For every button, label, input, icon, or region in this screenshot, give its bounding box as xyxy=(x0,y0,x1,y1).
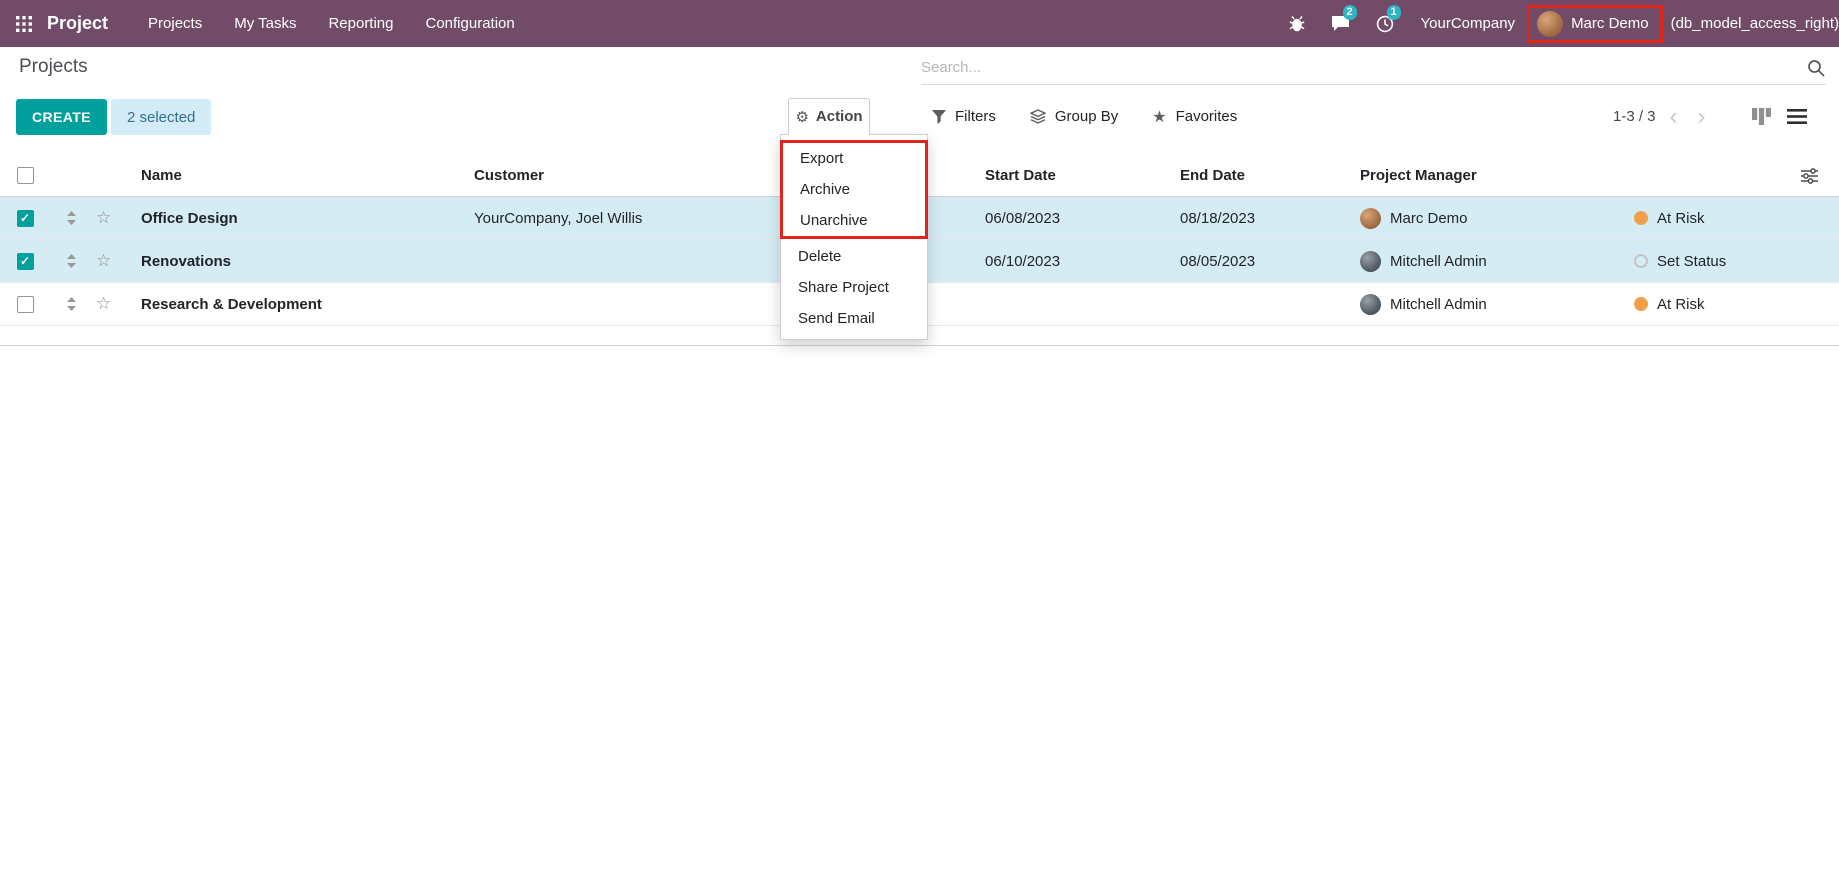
search-options: Filters Group By ★ Favorites xyxy=(932,98,1237,135)
app: Project Projects My Tasks Reporting Conf… xyxy=(0,0,1839,883)
status-dot xyxy=(1634,297,1648,311)
user-avatar xyxy=(1537,11,1563,37)
manager-avatar xyxy=(1360,251,1381,272)
pager: 1-3 / 3 ‹ › xyxy=(1613,98,1712,135)
manager-name: Marc Demo xyxy=(1390,210,1468,227)
activities-badge: 1 xyxy=(1387,5,1401,20)
pager-next-icon[interactable]: › xyxy=(1692,105,1712,129)
menu-item-unarchive[interactable]: Unarchive xyxy=(783,205,925,236)
messages-icon[interactable]: 2 xyxy=(1328,11,1354,37)
row-checkbox[interactable]: ✓ xyxy=(17,253,34,270)
breadcrumb: Projects xyxy=(19,56,88,78)
bug-icon[interactable] xyxy=(1284,11,1310,37)
status-dot xyxy=(1634,211,1648,225)
kanban-view-icon[interactable] xyxy=(1752,107,1771,126)
filters-button[interactable]: Filters xyxy=(932,108,996,125)
nav-item-my-tasks[interactable]: My Tasks xyxy=(218,0,312,47)
drag-handle-icon[interactable] xyxy=(50,297,92,311)
favorite-star-icon[interactable]: ☆ xyxy=(92,251,122,271)
create-button[interactable]: CREATE xyxy=(16,99,107,135)
column-header-end-date[interactable]: End Date xyxy=(1168,167,1348,184)
annotation-box-export-group: Export Archive Unarchive xyxy=(780,140,928,239)
messages-badge: 2 xyxy=(1343,5,1357,20)
top-nav: Projects My Tasks Reporting Configuratio… xyxy=(132,0,531,47)
group-by-button[interactable]: Group By xyxy=(1030,108,1118,125)
selected-count-chip: 2 selected xyxy=(111,99,211,135)
project-start-date[interactable]: 06/10/2023 xyxy=(973,253,1168,270)
database-label: (db_model_access_right) xyxy=(1671,15,1839,32)
favorite-star-icon[interactable]: ☆ xyxy=(92,208,122,228)
nav-item-reporting[interactable]: Reporting xyxy=(312,0,409,47)
project-manager-cell[interactable]: Mitchell Admin xyxy=(1348,294,1622,315)
row-checkbox[interactable]: ✓ xyxy=(17,210,34,227)
status-label: At Risk xyxy=(1657,296,1705,313)
project-name[interactable]: Renovations xyxy=(122,253,462,270)
menu-item-delete[interactable]: Delete xyxy=(781,241,927,272)
top-bar: Project Projects My Tasks Reporting Conf… xyxy=(0,0,1839,47)
user-menu[interactable]: Marc Demo xyxy=(1527,5,1663,43)
favorites-star-icon: ★ xyxy=(1152,107,1166,127)
manager-name: Mitchell Admin xyxy=(1390,296,1487,313)
activities-clock-icon[interactable]: 1 xyxy=(1372,11,1398,37)
column-header-start-date[interactable]: Start Date xyxy=(973,167,1168,184)
filter-funnel-icon xyxy=(932,110,946,124)
gear-icon: ⚙ xyxy=(795,108,808,126)
nav-item-projects[interactable]: Projects xyxy=(132,0,218,47)
nav-item-configuration[interactable]: Configuration xyxy=(410,0,531,47)
favorites-button[interactable]: ★ Favorites xyxy=(1152,107,1237,127)
check-icon: ✓ xyxy=(20,255,30,267)
manager-avatar xyxy=(1360,294,1381,315)
status-label: At Risk xyxy=(1657,210,1705,227)
row-checkbox[interactable]: ✓ xyxy=(17,296,34,313)
menu-item-export[interactable]: Export xyxy=(783,143,925,174)
apps-grid-icon[interactable] xyxy=(16,15,34,33)
drag-handle-icon[interactable] xyxy=(50,254,92,268)
company-menu[interactable]: YourCompany xyxy=(1421,15,1516,32)
group-by-label: Group By xyxy=(1055,108,1118,125)
drag-handle-icon[interactable] xyxy=(50,211,92,225)
project-status-cell[interactable]: Set Status xyxy=(1622,253,1780,270)
project-status-cell[interactable]: At Risk xyxy=(1622,296,1780,313)
view-switcher xyxy=(1752,98,1807,135)
check-icon: ✓ xyxy=(20,212,30,224)
favorite-star-icon[interactable]: ☆ xyxy=(92,294,122,314)
status-dot xyxy=(1634,254,1648,268)
select-all-checkbox-cell: ✓ xyxy=(0,167,50,184)
select-all-checkbox[interactable]: ✓ xyxy=(17,167,34,184)
favorites-label: Favorites xyxy=(1176,108,1238,125)
manager-avatar xyxy=(1360,208,1381,229)
action-dropdown-menu: Export Archive Unarchive Delete Share Pr… xyxy=(780,134,928,340)
project-end-date[interactable]: 08/18/2023 xyxy=(1168,210,1348,227)
pager-range: 1-3 / 3 xyxy=(1613,108,1656,125)
column-header-project-manager[interactable]: Project Manager xyxy=(1348,167,1622,184)
manager-name: Mitchell Admin xyxy=(1390,253,1487,270)
list-view-icon[interactable] xyxy=(1787,108,1807,126)
layers-icon xyxy=(1030,109,1046,124)
pager-previous-icon[interactable]: ‹ xyxy=(1664,105,1684,129)
user-name: Marc Demo xyxy=(1571,15,1649,32)
app-title: Project xyxy=(47,13,108,34)
search-bar xyxy=(921,51,1826,85)
project-status-cell[interactable]: At Risk xyxy=(1622,210,1780,227)
project-start-date[interactable]: 06/08/2023 xyxy=(973,210,1168,227)
project-name[interactable]: Research & Development xyxy=(122,296,462,313)
menu-item-archive[interactable]: Archive xyxy=(783,174,925,205)
filters-label: Filters xyxy=(955,108,996,125)
search-input[interactable] xyxy=(921,59,1806,76)
action-button[interactable]: ⚙ Action xyxy=(788,98,870,135)
optional-columns-icon[interactable] xyxy=(1780,168,1839,184)
column-header-name[interactable]: Name xyxy=(122,167,462,184)
menu-item-share-project[interactable]: Share Project xyxy=(781,272,927,303)
search-icon[interactable] xyxy=(1806,58,1826,78)
project-manager-cell[interactable]: Mitchell Admin xyxy=(1348,251,1622,272)
project-manager-cell[interactable]: Marc Demo xyxy=(1348,208,1622,229)
project-name[interactable]: Office Design xyxy=(122,210,462,227)
topbar-right: 2 1 YourCompany Marc Demo (db_model_acce… xyxy=(1275,5,1839,43)
action-button-label: Action xyxy=(816,108,863,125)
status-label: Set Status xyxy=(1657,253,1726,270)
project-end-date[interactable]: 08/05/2023 xyxy=(1168,253,1348,270)
menu-item-send-email[interactable]: Send Email xyxy=(781,303,927,334)
